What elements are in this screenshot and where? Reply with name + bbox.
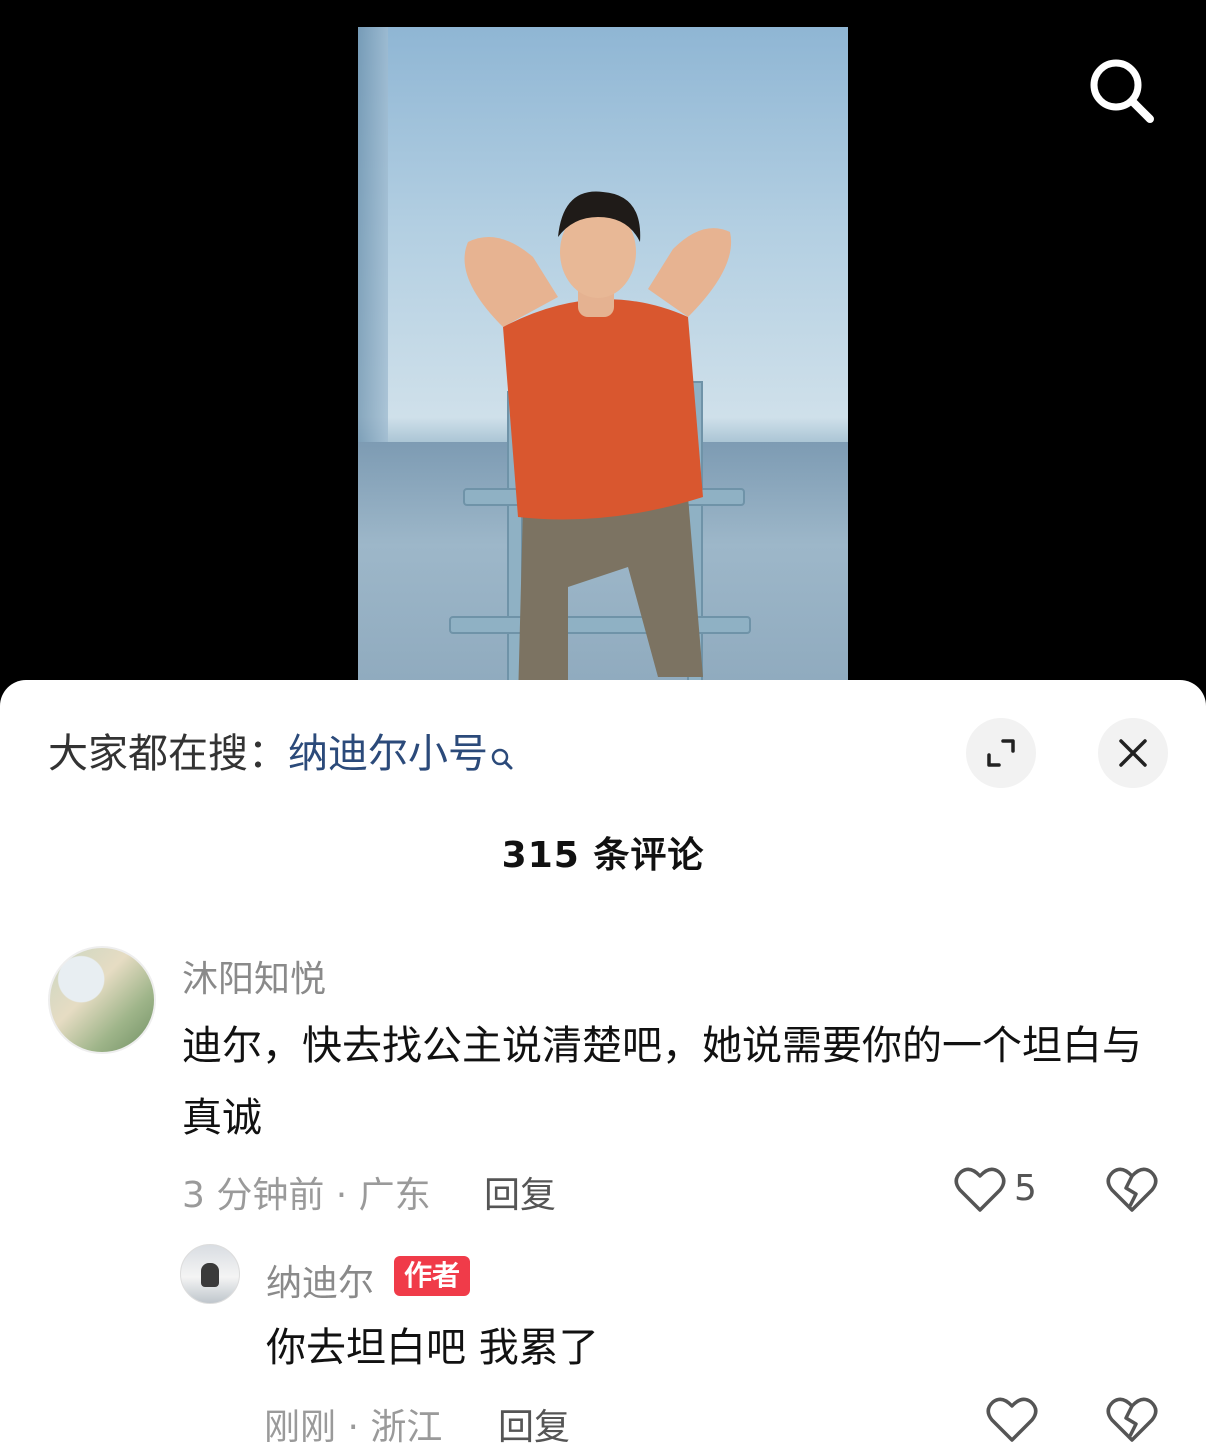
comment-username[interactable]: 沐阳知悦 [182,950,326,1002]
video-frame[interactable] [358,27,848,700]
heart-icon [986,1397,1038,1442]
close-icon [1119,739,1147,767]
broken-heart-icon [1106,1167,1158,1212]
heart-icon [954,1167,1006,1212]
dislike-button[interactable] [1106,1166,1158,1218]
avatar-figure [201,1263,219,1287]
video-player[interactable] [0,0,1206,700]
reply-meta: 刚刚 · 浙江 [264,1407,443,1448]
trending-search-bar: 大家都在搜：纳迪尔小号 [48,728,514,784]
like-count: 5 [1014,1168,1037,1209]
reply-username[interactable]: 纳迪尔 [266,1254,374,1306]
dislike-button[interactable] [1106,1396,1158,1448]
reply-button[interactable]: 回复 [498,1398,570,1450]
avatar[interactable] [48,946,156,1054]
reply-text[interactable]: 你去坦白吧 我累了 [266,1312,1146,1384]
search-icon[interactable] [1086,55,1158,127]
trending-search-icon[interactable] [490,732,514,784]
reply-button[interactable]: 回复 [484,1166,556,1218]
comments-sheet: 大家都在搜：纳迪尔小号 315 条评论 沐阳知悦 迪尔，快去找公主说清楚吧，她说… [0,680,1206,1450]
comment-count: 315 条评论 [501,835,705,876]
expand-button[interactable] [966,718,1036,788]
close-button[interactable] [1098,718,1168,788]
like-button[interactable] [954,1166,1006,1218]
like-button[interactable] [986,1396,1038,1448]
comment-meta: 3 分钟前 · 广东 [182,1175,431,1216]
comment-text[interactable]: 迪尔，快去找公主说清楚吧，她说需要你的一个坦白与真诚 [182,1010,1172,1154]
trending-prefix: 大家都在搜： [48,731,288,777]
avatar[interactable] [180,1244,240,1304]
broken-heart-icon [1106,1397,1158,1442]
author-badge: 作者 [394,1256,471,1296]
expand-icon [987,739,1015,767]
trending-keyword-link[interactable]: 纳迪尔小号 [288,731,488,777]
video-figure-illustration [449,191,751,700]
